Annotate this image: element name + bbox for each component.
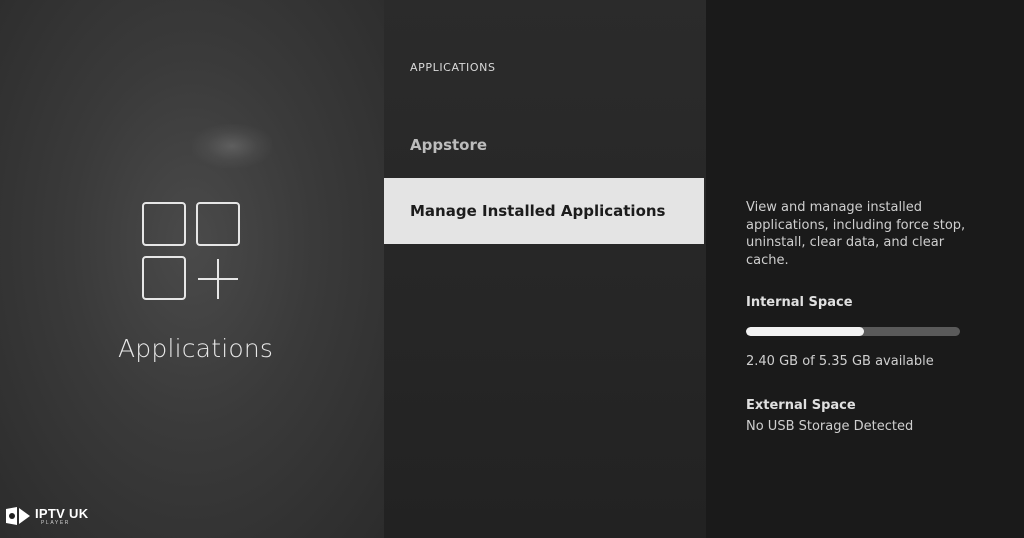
external-space-value: No USB Storage Detected (746, 419, 914, 434)
apps-grid-plus-icon (142, 202, 240, 300)
external-space-label: External Space (746, 398, 856, 413)
menu-section-header: APPLICATIONS (410, 61, 496, 74)
watermark-main-text: IPTV UK (35, 505, 89, 521)
details-panel: View and manage installed applications, … (706, 0, 1024, 538)
internal-space-value: 2.40 GB of 5.35 GB available (746, 354, 934, 369)
internal-space-bar (746, 327, 960, 336)
iptv-logo-icon (6, 507, 30, 525)
menu-item-manage-installed-applications[interactable]: Manage Installed Applications (384, 178, 704, 244)
internal-space-bar-fill (746, 327, 865, 336)
menu-item-appstore[interactable]: Appstore (384, 112, 704, 178)
internal-space-label: Internal Space (746, 295, 853, 310)
watermark: IPTV UK PLAYER (4, 505, 88, 527)
item-description: View and manage installed applications, … (746, 200, 966, 268)
category-panel: Applications IPTV UK PLAYER (0, 0, 384, 538)
category-title: Applications (118, 334, 274, 363)
settings-menu: APPLICATIONS Appstore Manage Installed A… (384, 0, 706, 538)
blurred-graphic (192, 124, 272, 168)
watermark-sub-text: PLAYER (41, 519, 70, 526)
